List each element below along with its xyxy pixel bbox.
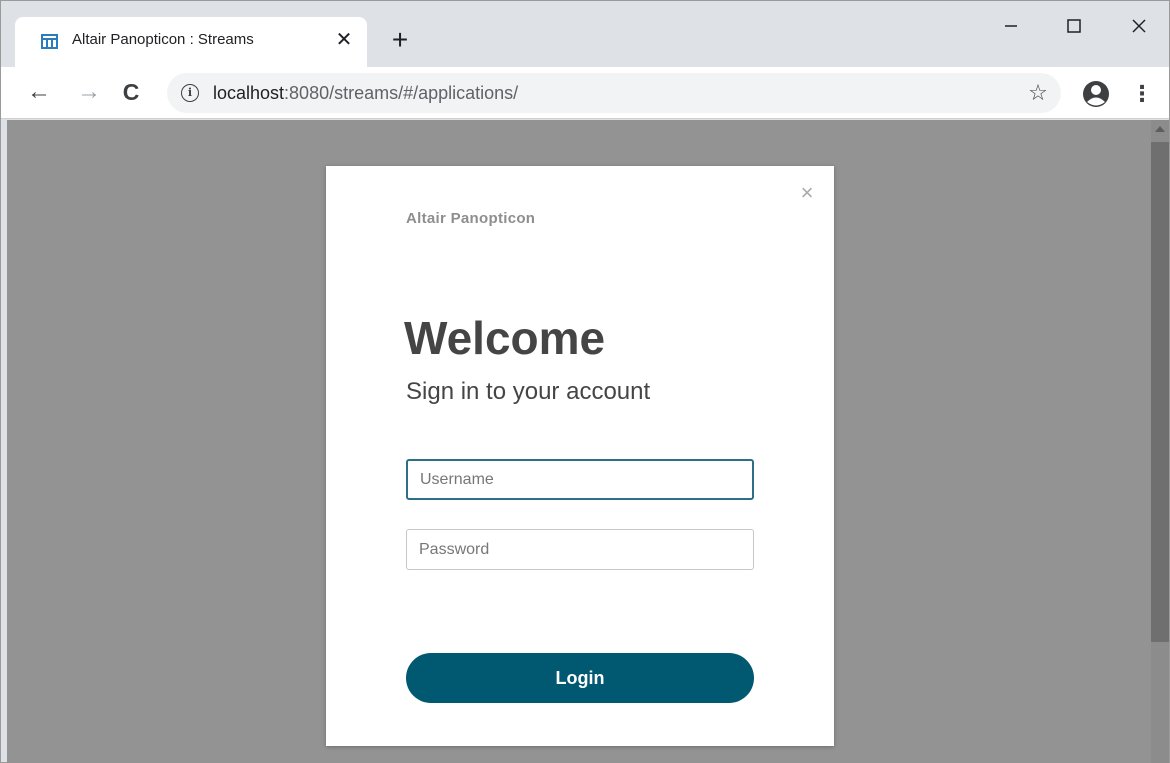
panopticon-favicon-icon [41,34,58,49]
username-input[interactable] [406,459,754,500]
tab-title: Altair Panopticon : Streams [72,31,254,48]
bookmark-star-icon[interactable]: ☆ [1025,79,1051,107]
window-maximize-button[interactable] [1054,9,1094,43]
browser-toolbar: ← → C i localhost:8080/streams/#/applica… [1,67,1169,119]
url-text[interactable]: localhost:8080/streams/#/applications/ [213,83,518,104]
profile-avatar-icon[interactable] [1081,79,1111,109]
scroll-up-arrow-icon[interactable] [1155,126,1165,132]
sign-in-subtitle: Sign in to your account [406,378,651,405]
brand-logo-text: Altair Panopticon [406,210,536,227]
browser-menu-icon[interactable]: ⋮ [1131,79,1153,109]
back-arrow-icon[interactable]: ← [25,77,53,107]
welcome-heading: Welcome [404,312,606,364]
browser-window: Altair Panopticon : Streams ✕ + ← → C i … [0,0,1170,763]
reload-icon[interactable]: C [117,77,145,107]
forward-arrow-icon[interactable]: → [75,77,103,107]
login-dialog: × Altair Panopticon Welcome Sign in to y… [326,166,834,746]
site-info-icon[interactable]: i [181,84,199,102]
window-minimize-button[interactable] [991,9,1031,43]
url-host: localhost [213,83,285,103]
window-close-button[interactable] [1119,9,1159,43]
address-bar[interactable]: i localhost:8080/streams/#/applications/… [167,73,1061,113]
page-scrollbar[interactable] [1151,120,1169,763]
new-tab-button[interactable]: + [386,26,414,55]
password-input[interactable] [406,529,754,570]
dialog-close-icon[interactable]: × [796,182,818,204]
login-button[interactable]: Login [406,653,754,703]
tab-strip: Altair Panopticon : Streams ✕ + [1,1,1169,67]
scroll-thumb[interactable] [1151,142,1169,642]
url-path: :8080/streams/#/applications/ [284,83,519,103]
tab-close-icon[interactable]: ✕ [333,29,355,51]
browser-tab[interactable]: Altair Panopticon : Streams ✕ [15,17,367,67]
